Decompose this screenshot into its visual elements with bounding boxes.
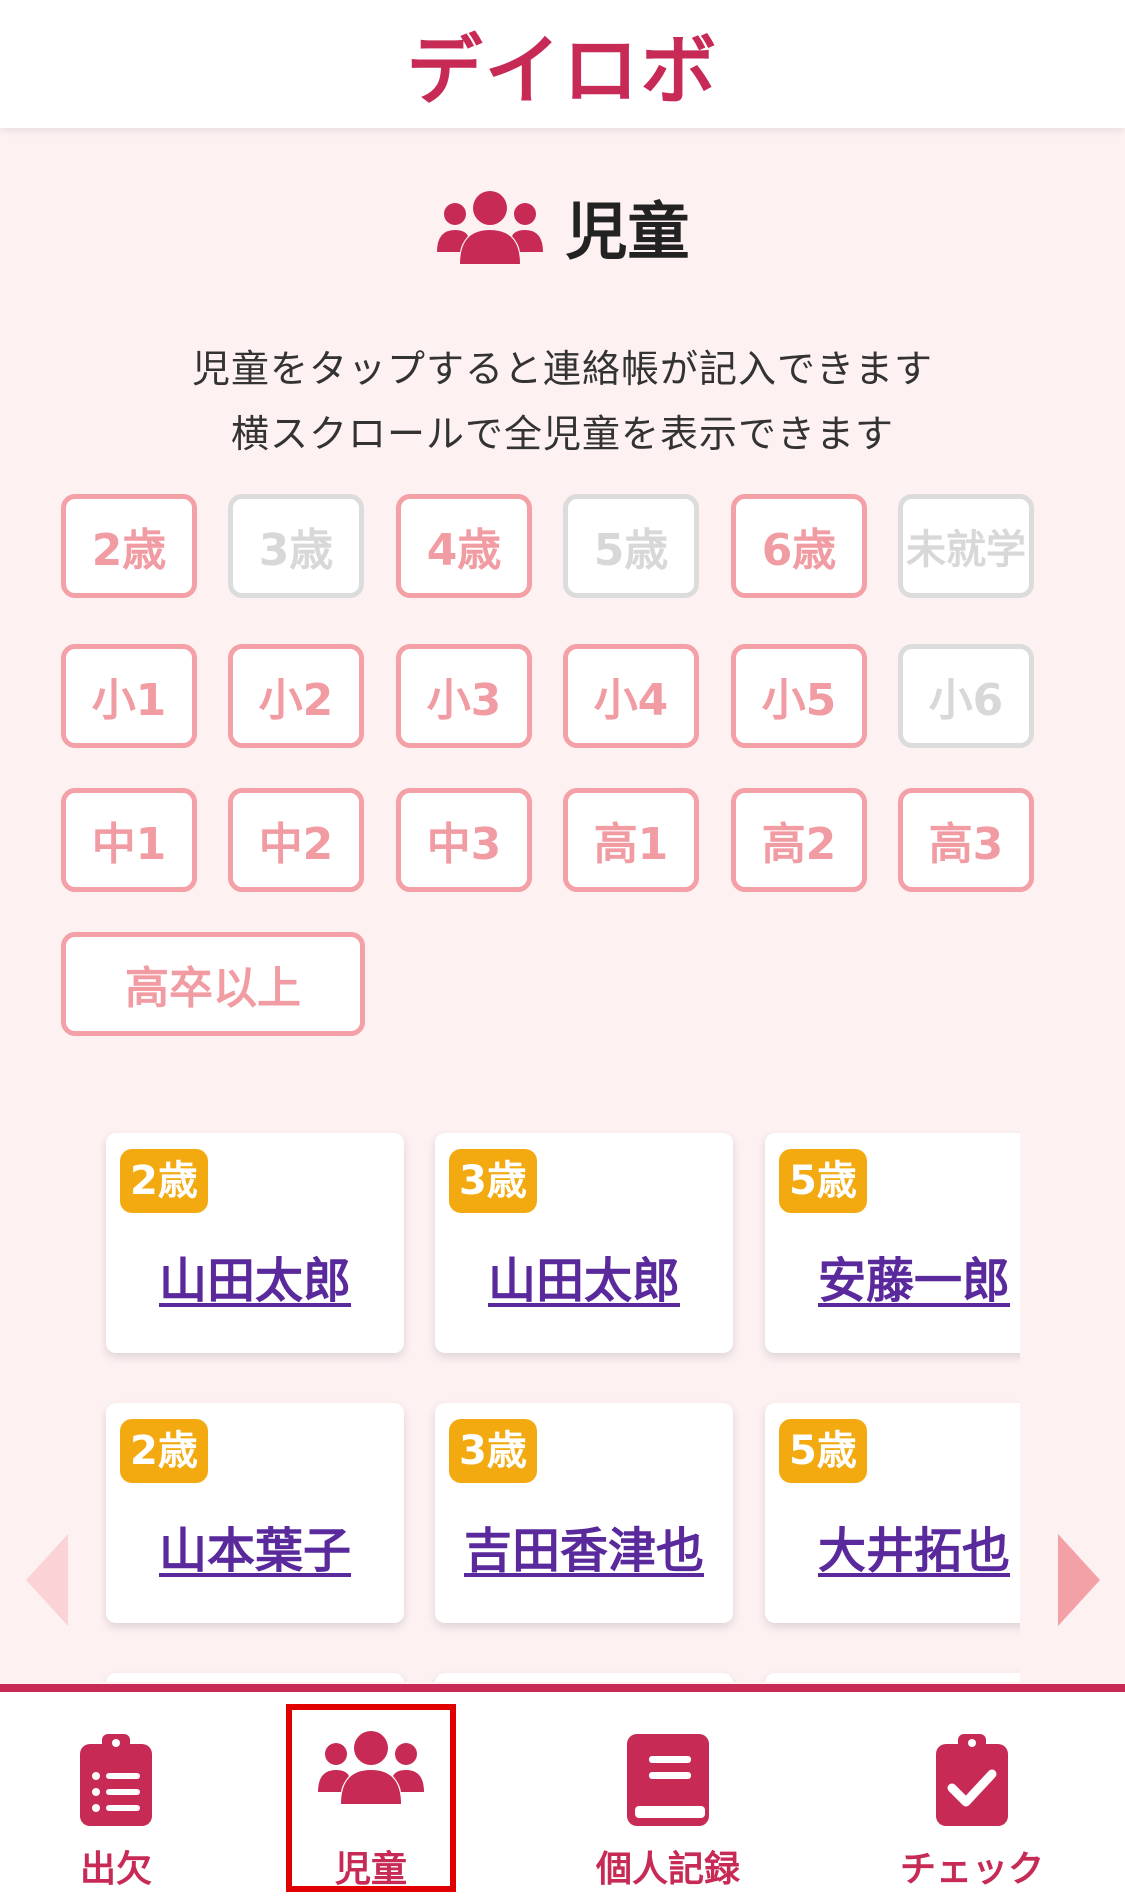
child-name-link[interactable]: 山田太郎 [435,1241,733,1311]
scroll-left-arrow-icon[interactable] [26,1534,72,1626]
filter-preschool[interactable]: 未就学 [898,494,1034,598]
filter-elem-1[interactable]: 小1 [61,644,197,748]
active-nav-highlight [286,1704,456,1892]
page-title: 児童 [565,195,690,268]
child-card[interactable]: 3歳 吉田香津也 [435,1403,733,1623]
child-name-link[interactable]: 山本葉子 [106,1511,404,1581]
filter-mid-1[interactable]: 中1 [61,788,197,892]
nav-label: 個人記録 [595,1849,740,1890]
filter-elem-6[interactable]: 小6 [898,644,1034,748]
instruction-line-2: 横スクロールで全児童を表示できます [230,412,894,456]
child-card[interactable]: 5歳 大井拓也 [765,1403,1020,1623]
filter-elem-3[interactable]: 小3 [396,644,532,748]
grade-badge: 2歳 [120,1419,208,1483]
filter-6sai[interactable]: 6歳 [731,494,867,598]
scroll-right-arrow-icon[interactable] [1054,1534,1100,1626]
filter-2sai[interactable]: 2歳 [61,494,197,598]
child-name-link[interactable]: 大井拓也 [765,1511,1020,1581]
filter-elem-2[interactable]: 小2 [228,644,364,748]
clipboard-check-icon [936,1734,1008,1826]
child-card[interactable]: 2歳 山田太郎 [106,1133,404,1353]
nav-attendance[interactable]: 出欠 [46,1692,186,1902]
nav-label: 出欠 [79,1849,152,1890]
bottom-navigation: 出欠 児童 個人記録 チェック [0,1684,1125,1902]
instruction-line-1: 児童をタップすると連絡帳が記入できます [191,347,933,391]
child-name-link[interactable]: 吉田香津也 [435,1511,733,1581]
child-card-partial[interactable] [435,1673,733,1682]
child-name-link[interactable]: 安藤一郎 [765,1241,1020,1311]
filter-high-2[interactable]: 高2 [731,788,867,892]
filter-4sai[interactable]: 4歳 [396,494,532,598]
nav-check[interactable]: チェック [890,1692,1054,1902]
child-card-partial[interactable] [765,1673,1020,1682]
child-card[interactable]: 5歳 安藤一郎 [765,1133,1020,1353]
child-card[interactable]: 3歳 山田太郎 [435,1133,733,1353]
clipboard-list-icon [80,1734,152,1826]
filter-elem-5[interactable]: 小5 [731,644,867,748]
app-header: デイロボ [0,0,1125,128]
filter-mid-3[interactable]: 中3 [396,788,532,892]
app-brand: デイロボ [406,26,719,115]
filter-mid-2[interactable]: 中2 [228,788,364,892]
grade-badge: 5歳 [779,1149,867,1213]
child-card-partial[interactable] [106,1673,404,1682]
users-icon [437,191,544,264]
page-title-area: 児童 [0,176,1125,276]
filter-elem-4[interactable]: 小4 [563,644,699,748]
grade-badge: 5歳 [779,1419,867,1483]
book-icon [627,1734,709,1826]
grade-badge: 3歳 [449,1149,537,1213]
filter-high-3[interactable]: 高3 [898,788,1034,892]
filter-high-1[interactable]: 高1 [563,788,699,892]
filter-5sai[interactable]: 5歳 [563,494,699,598]
grade-badge: 2歳 [120,1149,208,1213]
nav-personal-record[interactable]: 個人記録 [588,1692,748,1902]
child-card[interactable]: 2歳 山本葉子 [106,1403,404,1623]
children-card-list[interactable]: 2歳 山田太郎 3歳 山田太郎 5歳 安藤一郎 2歳 山本葉子 3歳 吉田香津也… [100,1130,1020,1682]
grade-badge: 3歳 [449,1419,537,1483]
filter-post-high[interactable]: 高卒以上 [61,932,365,1036]
child-name-link[interactable]: 山田太郎 [106,1241,404,1311]
filter-3sai[interactable]: 3歳 [228,494,364,598]
nav-label: チェック [899,1849,1044,1890]
